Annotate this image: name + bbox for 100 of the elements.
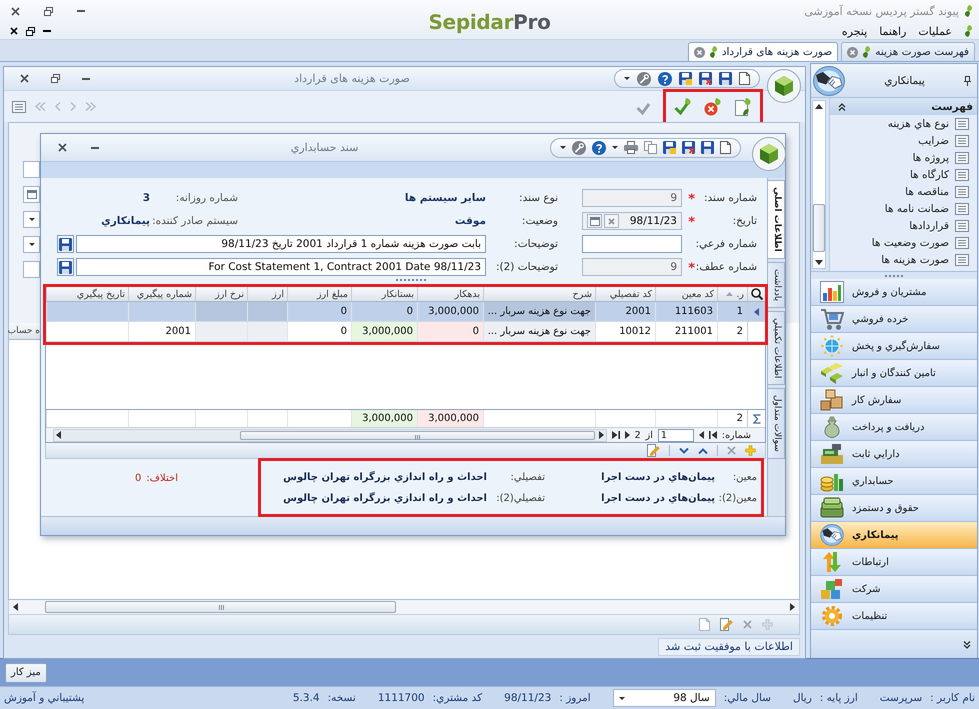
column-header[interactable]: بستانکار: [351, 287, 417, 301]
first-page-icon[interactable]: [708, 431, 717, 439]
help-icon[interactable]: [592, 140, 606, 154]
module-button[interactable]: مشتریان و فروش: [811, 279, 977, 306]
edit-icon[interactable]: [647, 444, 660, 457]
list-item[interactable]: ضمانت نامه ها: [830, 200, 977, 217]
edit-icon[interactable]: [720, 618, 733, 631]
calendar-button[interactable]: [23, 186, 40, 203]
scroll-left-icon[interactable]: [13, 603, 18, 611]
menu-item[interactable]: پنجره: [842, 24, 868, 38]
side-tab[interactable]: سوالات متداول: [768, 388, 785, 459]
calendar-button[interactable]: [587, 214, 602, 228]
scrollbar-thumb[interactable]: [44, 601, 396, 613]
save-icon[interactable]: [699, 72, 712, 85]
side-tab[interactable]: اطلاعات تکمیلي: [768, 310, 785, 386]
caret-icon[interactable]: [560, 146, 566, 149]
save-button[interactable]: [57, 235, 74, 253]
document-tab[interactable]: فهرست صورت هزینه: [841, 42, 975, 61]
year-select[interactable]: سال 98: [612, 689, 716, 707]
input-field[interactable]: [582, 235, 682, 253]
check-icon[interactable]: [674, 98, 692, 116]
clear-button[interactable]: [604, 214, 619, 228]
dropdown-button[interactable]: [23, 211, 40, 228]
help-icon[interactable]: [658, 72, 672, 86]
module-button[interactable]: سفارش‌گیري و پخش: [811, 333, 977, 360]
wrench-icon[interactable]: [637, 72, 651, 86]
restore-icon[interactable]: [44, 6, 53, 16]
document-icon[interactable]: [739, 72, 750, 85]
module-button[interactable]: سفارش کار: [811, 387, 977, 414]
column-header[interactable]: ر.: [717, 287, 747, 301]
input-field[interactable]: For Cost Statement 1, Contract 2001 Date 98/11/23: [76, 258, 486, 276]
list-item[interactable]: پروژه ها: [830, 149, 977, 166]
list-item[interactable]: ضرایب: [830, 132, 977, 149]
document-icon[interactable]: [734, 98, 752, 116]
side-tab[interactable]: اطلاعات اصلي: [768, 180, 785, 259]
restore-icon[interactable]: [51, 74, 60, 83]
save-icon[interactable]: [679, 72, 692, 85]
list-item[interactable]: صورت وضعیت ها: [830, 234, 977, 251]
column-header[interactable]: ارز: [247, 287, 287, 301]
close-icon[interactable]: [20, 74, 29, 83]
dropdown-button[interactable]: [23, 236, 40, 253]
copy-icon[interactable]: [644, 141, 657, 154]
last-page-icon[interactable]: [612, 431, 620, 439]
scrollbar-thumb[interactable]: [813, 204, 825, 252]
menu-item[interactable]: عملیات: [918, 24, 952, 38]
list-item[interactable]: قراردادها: [830, 217, 977, 234]
column-header[interactable]: شرح: [483, 287, 595, 301]
cancel-icon[interactable]: [704, 98, 722, 116]
module-button[interactable]: تنظیمات: [811, 603, 977, 630]
input-field[interactable]: 9: [582, 258, 682, 276]
pin-icon[interactable]: [964, 76, 971, 86]
module-button[interactable]: حسابداري: [811, 468, 977, 495]
list-item[interactable]: نوع هاي هزینه: [830, 115, 977, 132]
column-header[interactable]: کد معین: [655, 287, 717, 301]
module-button[interactable]: شرکت: [811, 576, 977, 603]
module-button[interactable]: دریافت و پرداخت: [811, 414, 977, 441]
close-icon[interactable]: [58, 143, 67, 152]
column-header[interactable]: مبلغ ارز: [287, 287, 351, 301]
module-button[interactable]: خرده فروشي: [811, 306, 977, 333]
module-button[interactable]: دارایي ثابت: [811, 441, 977, 468]
list-item[interactable]: صورت هزینه ها: [830, 251, 977, 268]
support-link[interactable]: پشتیباني و آموزش: [4, 692, 84, 704]
minimize-icon[interactable]: [91, 146, 99, 148]
scrollbar-thumb[interactable]: [240, 430, 595, 440]
input-field[interactable]: بابت صورت هزینه شماره 1 قرارداد 2001 تاریخ 98/11/23: [76, 235, 486, 253]
column-header[interactable]: تاریخ پیگیري: [46, 287, 128, 301]
scroll-up-icon[interactable]: [815, 104, 823, 109]
input-field[interactable]: [23, 161, 40, 178]
save-button[interactable]: [57, 258, 74, 276]
previous-page-icon[interactable]: [698, 431, 704, 439]
list-item[interactable]: کارگاه ها: [830, 166, 977, 183]
module-button[interactable]: ارتباطات: [811, 549, 977, 576]
menu-item[interactable]: راهنما: [879, 24, 906, 38]
scroll-right-icon[interactable]: [790, 603, 795, 611]
save-icon[interactable]: [682, 141, 695, 154]
desktop-button[interactable]: میز کار: [5, 662, 47, 682]
column-header[interactable]: بدهکار: [417, 287, 483, 301]
column-header[interactable]: شماره پیگیري: [128, 287, 195, 301]
chevron-up-icon[interactable]: [698, 448, 708, 454]
module-button[interactable]: پیمانکاري: [811, 522, 977, 549]
scroll-down-icon[interactable]: [815, 260, 823, 265]
caret-icon[interactable]: [624, 77, 630, 80]
save-icon[interactable]: [719, 72, 732, 85]
collapse-icon[interactable]: [838, 102, 846, 110]
document-tab[interactable]: صورت هزینه های قرارداد: [688, 42, 838, 61]
column-header[interactable]: کد تفصیلي: [595, 287, 655, 301]
column-header[interactable]: ه حساب: [9, 323, 40, 340]
scroll-right-icon[interactable]: [598, 431, 604, 439]
scroll-left-icon[interactable]: [56, 431, 61, 439]
page-field[interactable]: 1: [658, 428, 694, 442]
caret-icon[interactable]: [612, 146, 618, 149]
printer-icon[interactable]: [624, 141, 638, 154]
module-button[interactable]: تامین کنندگان و انبار: [811, 360, 977, 387]
list-item[interactable]: مناقصه ها: [830, 183, 977, 200]
side-tab[interactable]: یادداشت: [768, 262, 785, 308]
list-icon[interactable]: [12, 100, 26, 112]
module-button[interactable]: حقوق و دستمزد: [811, 495, 977, 522]
close-icon[interactable]: [10, 27, 18, 35]
document-icon[interactable]: [720, 141, 731, 154]
minimize-icon[interactable]: [82, 78, 90, 80]
